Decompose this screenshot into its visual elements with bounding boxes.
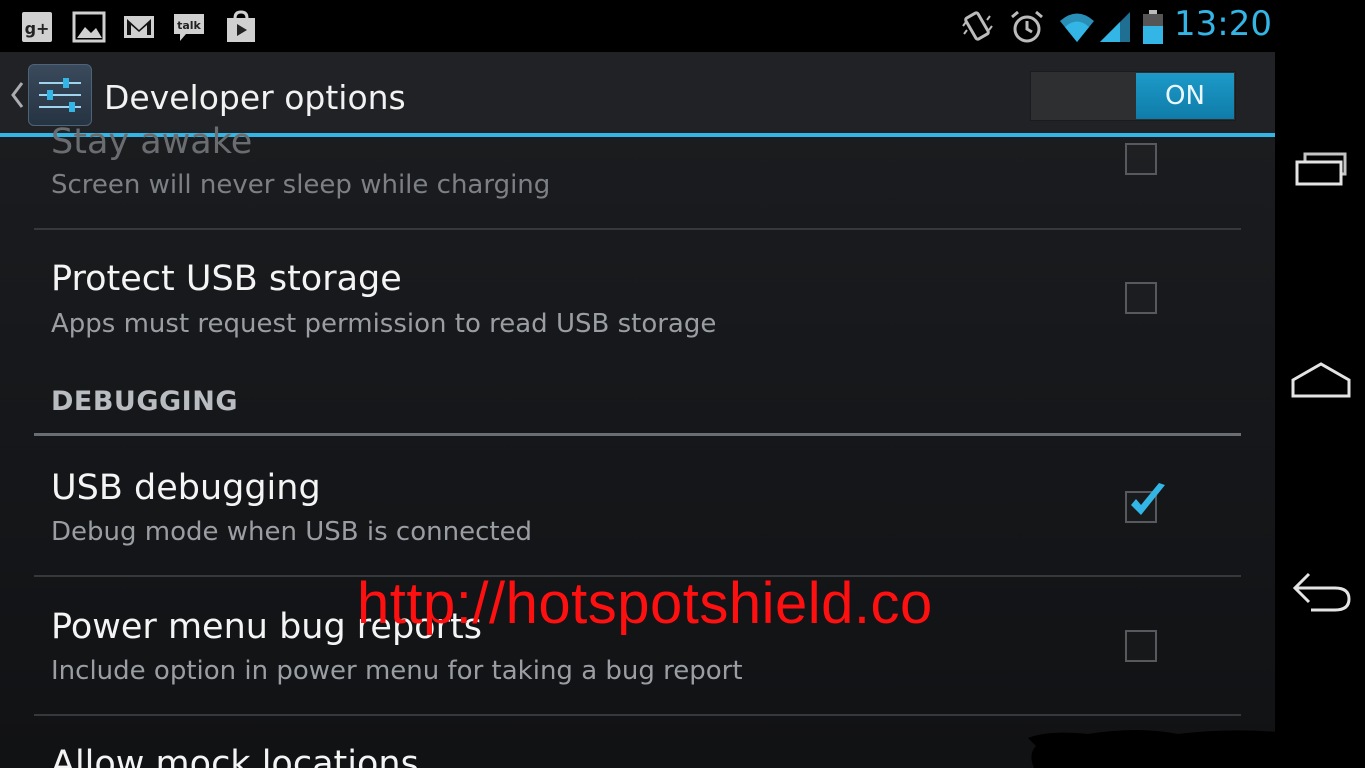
setting-summary: Include option in power menu for taking … xyxy=(51,656,743,686)
protect-usb-storage-checkbox[interactable] xyxy=(1125,282,1157,314)
section-divider xyxy=(34,433,1241,436)
setting-title: Allow mock locations xyxy=(51,744,419,768)
vibrate-icon xyxy=(958,8,996,46)
watermark-url: http://hotspotshield.co xyxy=(357,571,933,636)
wifi-icon xyxy=(1058,8,1096,46)
battery-icon xyxy=(1134,8,1172,46)
gallery-icon xyxy=(72,10,106,44)
setting-summary: Screen will never sleep while charging xyxy=(51,170,551,200)
stay-awake-checkbox[interactable] xyxy=(1125,143,1157,175)
list-divider xyxy=(34,714,1241,716)
black-smudge xyxy=(1028,730,1275,768)
section-header-debugging: DEBUGGING xyxy=(51,386,238,417)
switch-on-label: ON xyxy=(1136,73,1234,119)
page-title: Developer options xyxy=(104,78,406,117)
talk-icon: talk xyxy=(172,10,206,44)
list-divider xyxy=(34,228,1241,230)
svg-text:g+: g+ xyxy=(25,19,50,38)
navigation-bar xyxy=(1275,0,1365,768)
status-bar: g+ talk 13:20 xyxy=(0,0,1275,52)
signal-icon xyxy=(1098,8,1136,46)
android-screen: g+ talk 13:20 Developer options ON Stay … xyxy=(0,0,1275,768)
alarm-icon xyxy=(1008,8,1046,46)
back-icon[interactable] xyxy=(1287,566,1355,622)
play-store-icon xyxy=(224,10,258,44)
svg-text:talk: talk xyxy=(177,19,201,32)
status-clock: 13:20 xyxy=(1174,4,1272,44)
settings-sliders-icon[interactable] xyxy=(28,64,92,126)
usb-debugging-checkbox[interactable] xyxy=(1125,483,1165,523)
gmail-icon xyxy=(122,10,156,44)
checkmark-icon xyxy=(1131,483,1165,515)
google-plus-icon: g+ xyxy=(20,10,54,44)
home-icon[interactable] xyxy=(1287,354,1355,410)
setting-title: USB debugging xyxy=(51,468,321,508)
power-menu-bug-reports-checkbox[interactable] xyxy=(1125,630,1157,662)
setting-title: Stay awake xyxy=(51,122,253,162)
setting-summary: Debug mode when USB is connected xyxy=(51,517,533,547)
setting-summary: Apps must request permission to read USB… xyxy=(51,309,717,339)
setting-title: Protect USB storage xyxy=(51,259,402,299)
up-caret-icon[interactable] xyxy=(8,80,26,110)
developer-options-switch[interactable]: ON xyxy=(1030,71,1236,121)
recent-apps-icon[interactable] xyxy=(1287,142,1355,198)
